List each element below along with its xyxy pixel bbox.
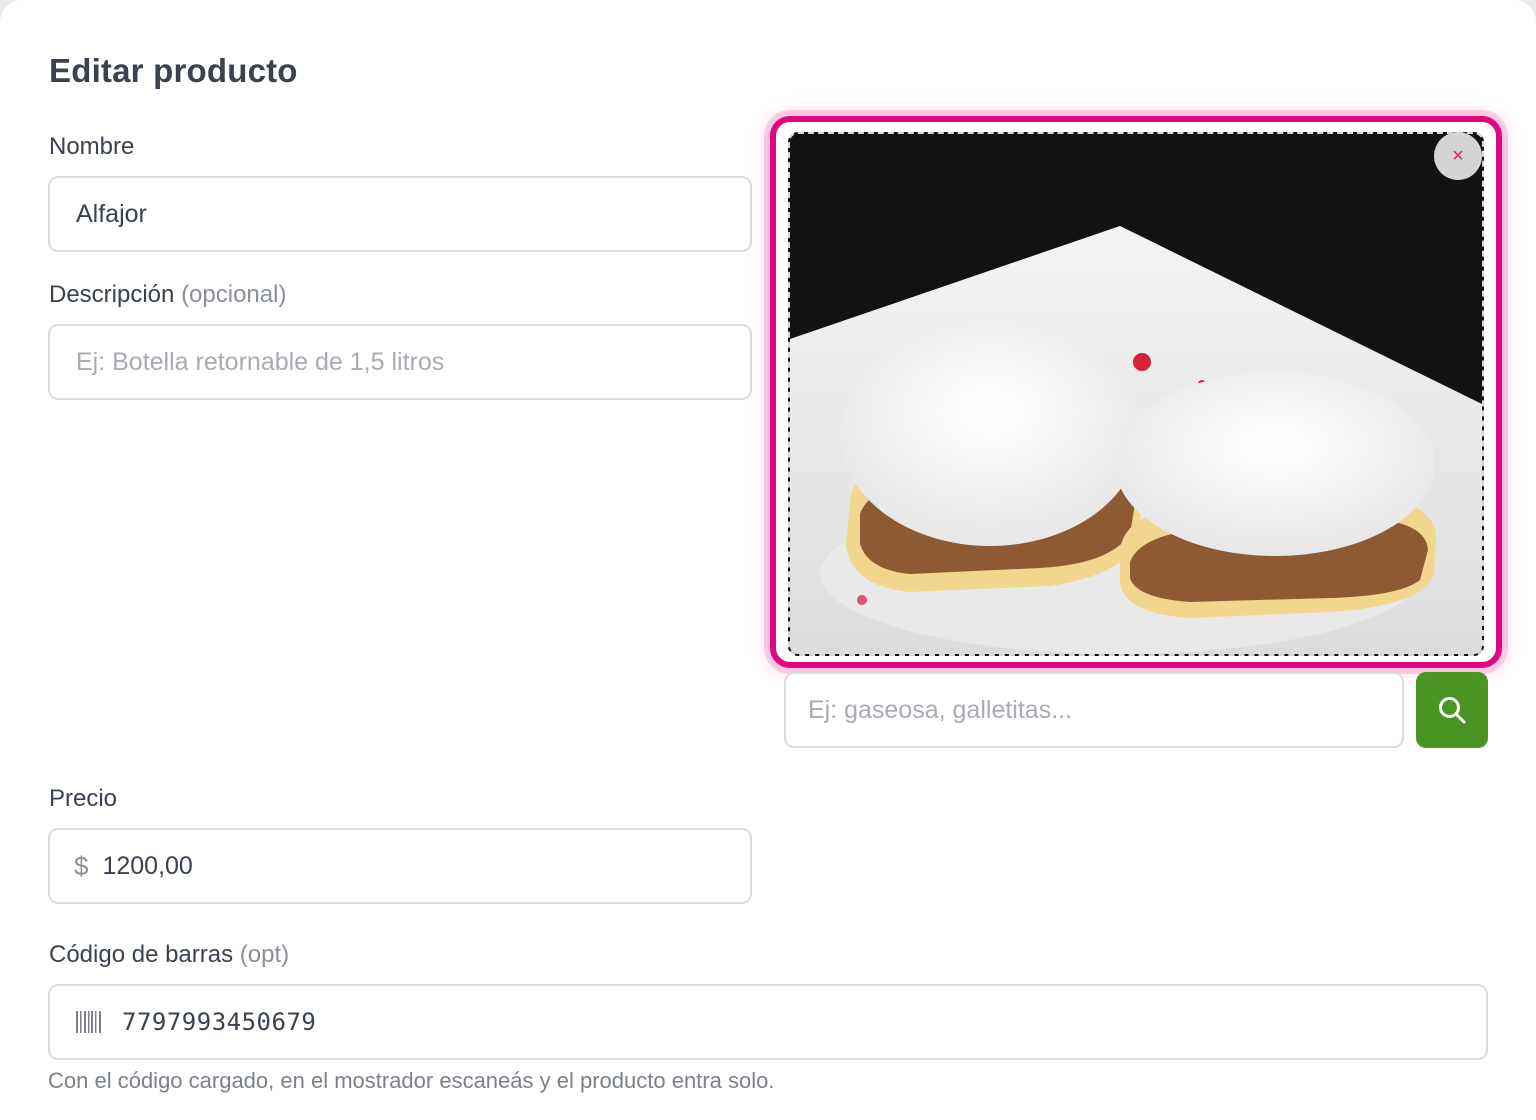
remove-image-button[interactable]: × [1434, 132, 1482, 180]
currency-symbol: $ [74, 850, 89, 881]
barcode-value: 7797993450679 [122, 1008, 317, 1036]
barcode-label-text: Código de barras [49, 941, 234, 968]
name-label-text: Nombre [49, 133, 135, 160]
price-value: 1200,00 [102, 851, 193, 880]
description-placeholder: Ej: Botella retornable de 1,5 litros [76, 347, 445, 376]
price-label-text: Precio [49, 785, 118, 812]
product-image [788, 132, 1484, 656]
description-optional: (opcional) [181, 281, 287, 308]
barcode-optional: (opt) [239, 941, 290, 968]
barcode-label: Código de barras (opt) [49, 941, 289, 969]
description-label-text: Descripción [49, 281, 175, 308]
price-label: Precio [49, 785, 117, 813]
barcode-icon [76, 1011, 101, 1033]
name-field[interactable]: Alfajor [48, 176, 752, 252]
search-icon [1439, 697, 1466, 724]
modal-title: Editar producto [49, 52, 298, 89]
barcode-field[interactable]: 7797993450679 [48, 984, 1488, 1060]
image-search-button[interactable] [1416, 672, 1488, 748]
alfajor-photo [790, 134, 1482, 654]
description-field[interactable]: Ej: Botella retornable de 1,5 litros [48, 324, 752, 400]
close-icon: × [1452, 144, 1464, 167]
name-value: Alfajor [76, 199, 147, 228]
barcode-helper-text: Con el código cargado, en el mostrador e… [48, 1068, 775, 1093]
image-search-placeholder: Ej: gaseosa, galletitas... [808, 695, 1073, 724]
name-label: Nombre [49, 133, 134, 161]
image-search-input[interactable]: Ej: gaseosa, galletitas... [784, 672, 1404, 748]
edit-product-modal: Editar producto Nombre Alfajor Descripci… [0, 0, 1536, 1120]
price-field[interactable]: $ 1200,00 [48, 828, 752, 904]
product-image-dropzone[interactable]: × [770, 116, 1502, 668]
description-label: Descripción (opcional) [49, 281, 286, 309]
